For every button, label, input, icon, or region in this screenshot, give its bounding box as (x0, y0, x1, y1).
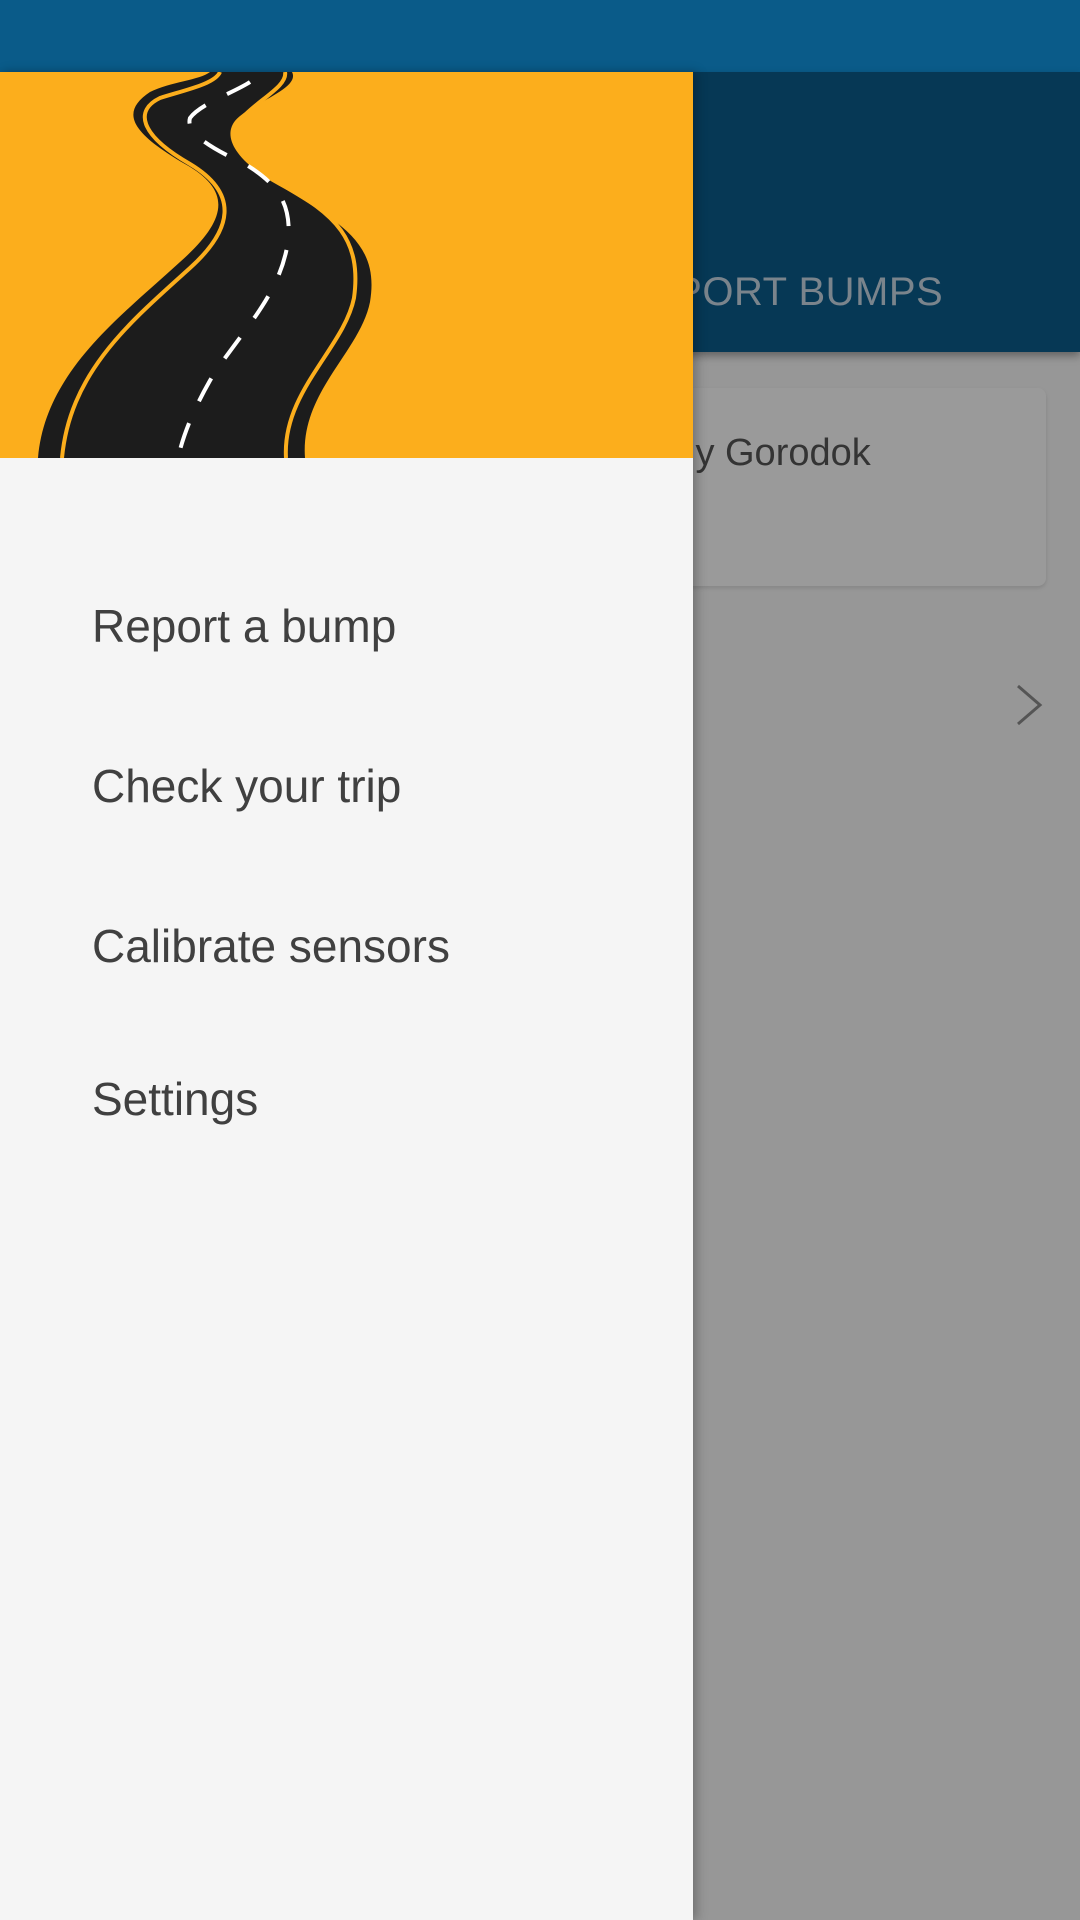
menu-item-report-a-bump[interactable]: Report a bump (0, 566, 693, 686)
winding-road-icon (38, 72, 372, 458)
status-bar (0, 0, 1080, 72)
navigation-drawer: Report a bump Check your trip Calibrate … (0, 72, 693, 1920)
drawer-header (0, 72, 693, 458)
menu-item-label: Settings (92, 1073, 259, 1125)
menu-item-label: Calibrate sensors (92, 920, 450, 972)
menu-item-calibrate-sensors[interactable]: Calibrate sensors (0, 886, 693, 1006)
menu-item-label: Report a bump (92, 600, 397, 652)
menu-item-label: Check your trip (92, 760, 402, 812)
menu-item-check-your-trip[interactable]: Check your trip (0, 726, 693, 846)
menu-item-settings[interactable]: Settings (0, 1039, 693, 1159)
